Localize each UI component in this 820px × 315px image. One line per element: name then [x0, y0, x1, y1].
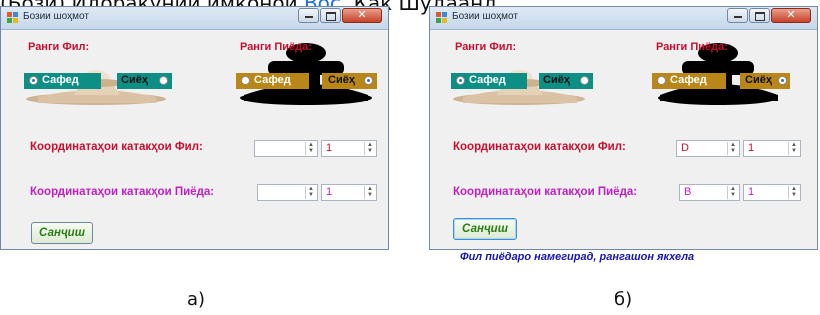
pawn-number-input[interactable]: 1 ▲ ▼ [321, 184, 377, 201]
input-value: D [681, 142, 689, 154]
title-bar[interactable]: Бозии шоҳмот ✕ [430, 7, 817, 30]
result-message: Фил пиёдаро намегирад, рангашон якхела [460, 251, 695, 263]
pawn-letter-input[interactable]: B ▲ ▼ [679, 184, 740, 201]
pawn-black-radio[interactable]: Сиёҳ [322, 73, 377, 89]
spin-buttons[interactable]: ▲ ▼ [727, 186, 738, 199]
bishop-letter-input[interactable]: D ▲ ▼ [676, 140, 740, 157]
maximize-button[interactable] [320, 8, 341, 23]
pawn-white-radio[interactable]: Сафед [652, 73, 726, 89]
spin-buttons[interactable]: ▲ ▼ [305, 186, 316, 199]
spin-buttons[interactable]: ▲ ▼ [364, 142, 375, 155]
spin-buttons[interactable]: ▲ ▼ [305, 142, 316, 155]
check-button[interactable]: Санҷиш [31, 222, 93, 244]
spin-buttons[interactable]: ▲ ▼ [788, 186, 799, 199]
spin-down-icon[interactable]: ▼ [306, 148, 316, 154]
minimize-button[interactable] [727, 8, 748, 23]
bishop-color-group: Ранги Фил: Сафед Сиёҳ [451, 41, 593, 105]
input-value: 1 [748, 186, 755, 198]
window-a: Бозии шоҳмот ✕ Ранги Фил: Сафед Сиёҳ Ран… [0, 6, 389, 250]
spin-buttons[interactable]: ▲ ▼ [788, 142, 799, 155]
close-icon: ✕ [786, 9, 796, 21]
maximize-icon [326, 12, 336, 21]
pawn-coordinates-label: Координатаҳои катакҳои Пиёда: [30, 186, 215, 198]
radio-label: Сафед [670, 74, 707, 86]
bishop-white-radio[interactable]: Сафед [24, 73, 101, 89]
window-b: Бозии шоҳмот ✕ Ранги Фил: Сафед Сиёҳ Ран… [429, 6, 818, 263]
minimize-icon [305, 16, 313, 18]
spin-down-icon[interactable]: ▼ [789, 192, 799, 198]
bishop-color-group: Ранги Фил: Сафед Сиёҳ [24, 41, 176, 105]
pawn-color-legend: Ранги Пиёда: [240, 41, 312, 53]
check-button[interactable]: Санҷиш [453, 218, 517, 240]
radio-unchecked-icon [657, 76, 666, 85]
bishop-black-radio[interactable]: Сиёҳ [539, 73, 593, 89]
bishop-color-legend: Ранги Фил: [455, 41, 517, 53]
input-value: B [684, 186, 692, 198]
close-icon: ✕ [357, 9, 367, 21]
spin-buttons[interactable]: ▲ ▼ [364, 186, 375, 199]
spin-buttons[interactable]: ▲ ▼ [727, 142, 738, 155]
minimize-button[interactable] [298, 8, 319, 23]
radio-unchecked-icon [241, 76, 250, 85]
input-value: 1 [748, 142, 755, 154]
bishop-coordinates-label: Координатаҳои катакҳои Фил: [453, 141, 626, 153]
maximize-button[interactable] [749, 8, 770, 23]
radio-label: Сиёҳ [745, 74, 772, 86]
window-title: Бозии шоҳмот [23, 11, 89, 22]
pawn-coordinates-label: Координатаҳои катакҳои Пиёда: [453, 186, 638, 198]
window-title: Бозии шоҳмот [452, 11, 518, 22]
input-value: 1 [326, 186, 333, 198]
maximize-icon [755, 12, 765, 21]
radio-label: Сиёҳ [121, 74, 148, 86]
pawn-color-group: Ранги Пиёда: Сафед Сиёҳ [652, 41, 792, 105]
pawn-black-radio[interactable]: Сиёҳ [740, 73, 790, 89]
input-value: 1 [326, 142, 333, 154]
pawn-color-group: Ранги Пиёда: Сафед Сиёҳ [236, 41, 381, 105]
pawn-number-input[interactable]: 1 ▲ ▼ [743, 184, 801, 201]
spin-down-icon[interactable]: ▼ [365, 148, 375, 154]
spin-down-icon[interactable]: ▼ [728, 192, 738, 198]
radio-label: Сафед [254, 74, 291, 86]
bishop-white-radio[interactable]: Сафед [451, 73, 527, 89]
radio-checked-icon [778, 76, 787, 85]
app-icon [436, 12, 448, 24]
radio-checked-icon [29, 76, 38, 85]
bishop-color-legend: Ранги Фил: [28, 41, 90, 53]
pawn-color-legend: Ранги Пиёда: [656, 41, 728, 53]
radio-checked-icon [364, 76, 373, 85]
radio-label: Сафед [42, 74, 79, 86]
radio-label: Сиёҳ [328, 74, 355, 86]
radio-unchecked-icon [159, 76, 168, 85]
close-button[interactable]: ✕ [342, 8, 382, 23]
bishop-black-radio[interactable]: Сиёҳ [117, 73, 172, 89]
bishop-letter-input[interactable]: ▲ ▼ [254, 140, 318, 157]
radio-label: Сиёҳ [543, 74, 570, 86]
pawn-letter-input[interactable]: ▲ ▼ [257, 184, 318, 201]
pawn-white-radio[interactable]: Сафед [236, 73, 309, 89]
caption-b: б) [614, 289, 633, 310]
radio-unchecked-icon [580, 76, 589, 85]
minimize-icon [734, 16, 742, 18]
radio-label: Сафед [469, 74, 506, 86]
bishop-coordinates-label: Координатаҳои катакҳои Фил: [30, 141, 203, 153]
app-icon [7, 12, 19, 24]
close-button[interactable]: ✕ [771, 8, 811, 23]
spin-down-icon[interactable]: ▼ [728, 148, 738, 154]
spin-down-icon[interactable]: ▼ [789, 148, 799, 154]
caption-a: а) [187, 289, 206, 310]
title-bar[interactable]: Бозии шоҳмот ✕ [1, 7, 388, 30]
radio-checked-icon [456, 76, 465, 85]
spin-down-icon[interactable]: ▼ [306, 192, 316, 198]
spin-down-icon[interactable]: ▼ [365, 192, 375, 198]
bishop-number-input[interactable]: 1 ▲ ▼ [321, 140, 377, 157]
bishop-number-input[interactable]: 1 ▲ ▼ [743, 140, 801, 157]
